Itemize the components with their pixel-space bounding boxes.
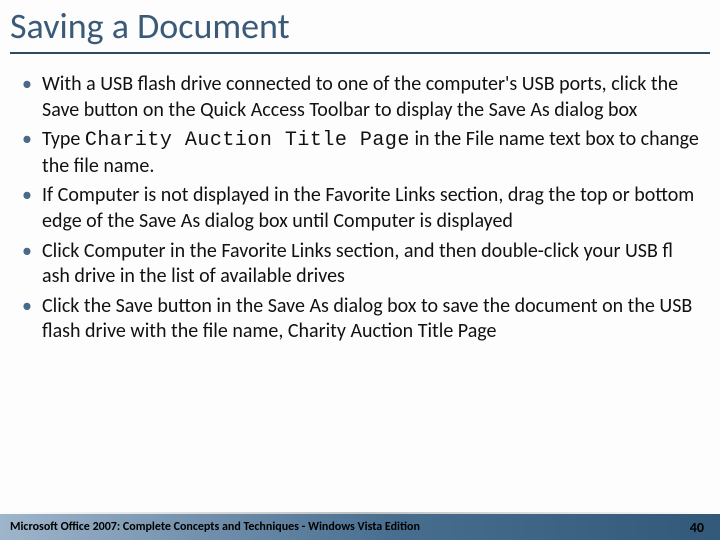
- bullet-text-before: Type: [42, 127, 85, 151]
- slide-title: Saving a Document: [10, 4, 710, 48]
- bullet-text: If Computer is not displayed in the Favo…: [42, 183, 694, 233]
- list-item: Type Charity Auction Title Page in the F…: [18, 127, 702, 179]
- footer-left-text: Microsoft Office 2007: Complete Concepts…: [10, 520, 420, 534]
- bullet-mono: Charity Auction Title Page: [85, 129, 410, 152]
- list-item: With a USB flash drive connected to one …: [18, 72, 702, 123]
- list-item: If Computer is not displayed in the Favo…: [18, 183, 702, 234]
- bullet-text: With a USB flash drive connected to one …: [42, 72, 678, 122]
- title-area: Saving a Document: [0, 0, 720, 50]
- bullet-text: Click the Save button in the Save As dia…: [42, 294, 692, 344]
- slide-footer: Microsoft Office 2007: Complete Concepts…: [0, 514, 720, 540]
- slide: Saving a Document With a USB flash drive…: [0, 0, 720, 540]
- list-item: Click the Save button in the Save As dia…: [18, 294, 702, 345]
- list-item: Click Computer in the Favorite Links sec…: [18, 239, 702, 290]
- bullet-text: Click Computer in the Favorite Links sec…: [42, 239, 673, 289]
- bullet-list: With a USB flash drive connected to one …: [18, 72, 702, 345]
- slide-body: With a USB flash drive connected to one …: [0, 54, 720, 540]
- page-number: 40: [690, 519, 704, 536]
